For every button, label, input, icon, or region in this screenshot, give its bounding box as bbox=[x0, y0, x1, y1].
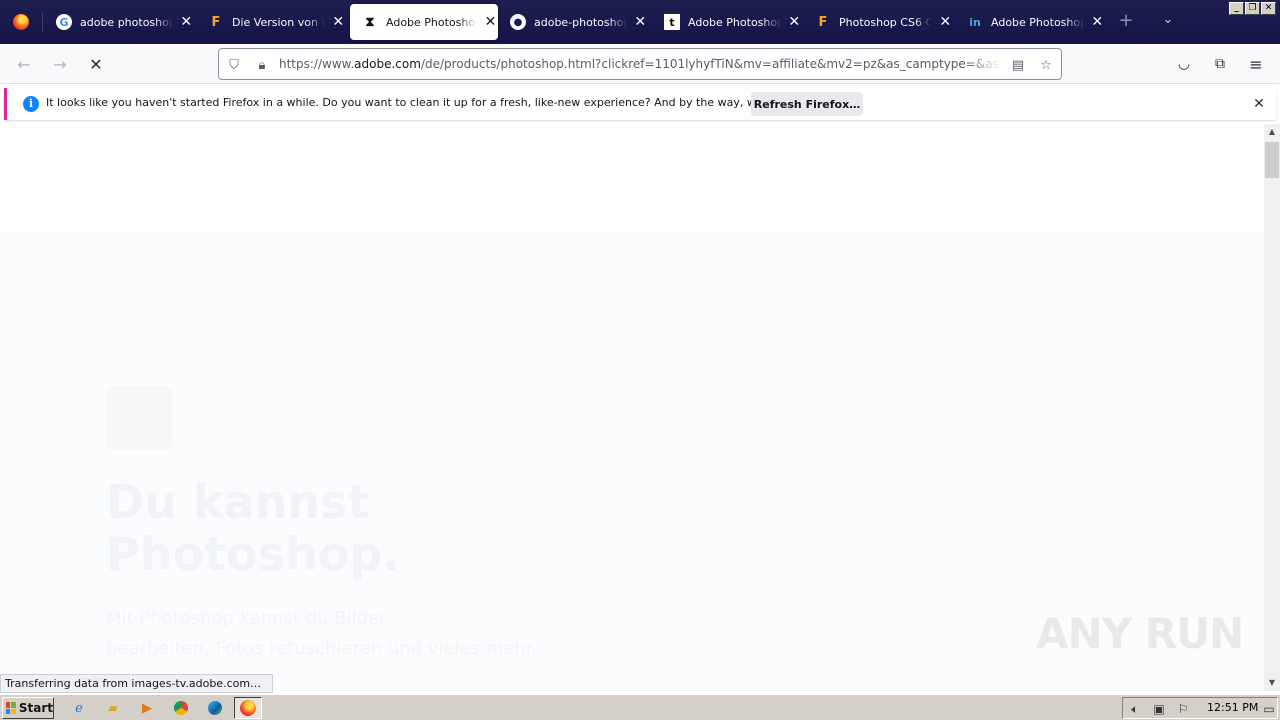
url-path: /de/products/photoshop.html?clickref=110… bbox=[420, 57, 1001, 71]
edge-icon[interactable] bbox=[206, 699, 224, 717]
bookmark-star-icon[interactable]: ☆ bbox=[1037, 56, 1055, 74]
minimize-button[interactable]: _ bbox=[1229, 2, 1244, 15]
anyrun-watermark: ANY RUN bbox=[1036, 609, 1244, 658]
url-prefix: https://www. bbox=[279, 57, 355, 71]
hero-heading-line2: Photoshop. bbox=[106, 527, 400, 581]
scroll-up-arrow-icon[interactable]: ▲ bbox=[1264, 124, 1280, 140]
notification-message: It looks like you haven't started Firefo… bbox=[46, 96, 830, 109]
tab-google-search[interactable]: G adobe photoshop cs6 ✕ bbox=[44, 4, 194, 40]
clock[interactable]: 12:51 PM bbox=[1207, 701, 1258, 714]
restore-button[interactable]: ❐ bbox=[1245, 2, 1260, 15]
close-notification-icon[interactable]: ✕ bbox=[1251, 96, 1267, 112]
reader-view-icon[interactable]: ▤ bbox=[1009, 56, 1027, 74]
github-icon: ● bbox=[510, 14, 526, 30]
tab-strip: G adobe photoshop cs6 ✕ F Die Version vo… bbox=[0, 0, 1280, 44]
chrome-icon[interactable] bbox=[172, 699, 190, 717]
refresh-firefox-notification: i It looks like you haven't started Fire… bbox=[4, 88, 1276, 120]
lock-icon[interactable]: 🔒︎ bbox=[253, 56, 271, 74]
new-tab-button[interactable]: + bbox=[1116, 12, 1136, 30]
hero-sub-line2: bearbeiten, Fotos retuschieren und viele… bbox=[106, 638, 538, 659]
window-controls: _ ❐ ✕ bbox=[1229, 2, 1276, 15]
url-domain: adobe.com bbox=[354, 57, 421, 71]
close-tab-icon[interactable]: ✕ bbox=[179, 14, 194, 30]
start-button[interactable]: Start bbox=[2, 697, 54, 719]
hamburger-menu-icon[interactable]: ≡ bbox=[1244, 52, 1268, 76]
f-icon: F bbox=[211, 14, 221, 30]
hourglass-icon: ⧗ bbox=[365, 14, 375, 30]
firefox-view-button[interactable] bbox=[0, 0, 42, 44]
tab-separator bbox=[42, 12, 43, 32]
firefox-icon bbox=[13, 14, 29, 30]
close-window-button[interactable]: ✕ bbox=[1261, 2, 1276, 15]
page-content: Du kannst Photoshop. Mit Photoshop kanns… bbox=[0, 124, 1264, 691]
tab-title: Photoshop CS6 Crack bbox=[839, 15, 932, 29]
vertical-scrollbar[interactable]: ▲ ▼ bbox=[1264, 124, 1280, 691]
internet-explorer-icon[interactable]: ℯ bbox=[70, 699, 88, 717]
close-tab-icon[interactable]: ✕ bbox=[1090, 14, 1105, 30]
hero-sub-line1: Mit Photoshop kannst du Bilder bbox=[106, 608, 387, 629]
close-tab-icon[interactable]: ✕ bbox=[938, 14, 953, 30]
tab-title: Adobe Photoshop 2023 bbox=[688, 15, 781, 29]
watermark-text: ANY RUN bbox=[1036, 609, 1244, 658]
hero-subheading: Mit Photoshop kannst du Bilder bearbeite… bbox=[106, 604, 537, 664]
action-center-flag-icon[interactable]: ⚐ bbox=[1175, 701, 1191, 717]
tab-die-version[interactable]: F Die Version von Photoshop ✕ bbox=[196, 4, 346, 40]
hero-heading-line1: Du kannst bbox=[106, 475, 370, 529]
scroll-down-arrow-icon[interactable]: ▼ bbox=[1264, 675, 1280, 691]
t-icon: t bbox=[664, 14, 680, 30]
tab-photoshop-crack[interactable]: F Photoshop CS6 Crack ✕ bbox=[803, 4, 953, 40]
tab-title: adobe-photoshop-free bbox=[534, 15, 627, 29]
tab-linkedin[interactable]: in Adobe Photoshop CS6 ✕ bbox=[955, 4, 1105, 40]
tab-title: Adobe Photoshop bbox=[386, 15, 477, 29]
volume-icon[interactable]: 🔈︎ bbox=[1127, 701, 1143, 717]
linkedin-icon: in bbox=[969, 15, 981, 29]
photoshop-logo-placeholder bbox=[106, 386, 172, 450]
tab-title: Die Version von Photoshop bbox=[232, 15, 325, 29]
back-button[interactable]: ← bbox=[12, 52, 36, 76]
navigation-toolbar: ← → ✕ ⛉ 🔒︎ https://www.adobe.com/de/prod… bbox=[0, 44, 1280, 84]
close-tab-icon[interactable]: ✕ bbox=[483, 14, 498, 30]
hero-heading: Du kannst Photoshop. bbox=[106, 476, 400, 580]
google-icon: G bbox=[56, 14, 72, 30]
list-all-tabs-icon[interactable]: ⌄ bbox=[1158, 12, 1178, 27]
extensions-icon[interactable]: ⧉ bbox=[1208, 52, 1232, 76]
system-tray: 🔈︎ ▣ ⚐ 12:51 PM ▭ bbox=[1122, 697, 1278, 719]
url-text[interactable]: https://www.adobe.com/de/products/photos… bbox=[279, 57, 1001, 71]
start-label: Start bbox=[18, 701, 53, 715]
tab-adobe-photoshop[interactable]: ⧗ Adobe Photoshop ✕ bbox=[350, 4, 498, 40]
file-explorer-icon[interactable]: ▰ bbox=[104, 699, 122, 717]
tab-github[interactable]: ● adobe-photoshop-free ✕ bbox=[498, 4, 648, 40]
status-panel: Transferring data from images-tv.adobe.c… bbox=[0, 674, 273, 693]
show-desktop-icon[interactable]: ▭ bbox=[1261, 701, 1277, 717]
network-icon[interactable]: ▣ bbox=[1151, 701, 1167, 717]
close-tab-icon[interactable]: ✕ bbox=[633, 14, 648, 30]
forward-button[interactable]: → bbox=[48, 52, 72, 76]
pocket-icon[interactable]: ◡ bbox=[1172, 52, 1196, 76]
tab-t-site[interactable]: t Adobe Photoshop 2023 ✕ bbox=[652, 4, 802, 40]
firefox-taskbar-icon[interactable] bbox=[239, 699, 257, 717]
windows-flag-icon bbox=[6, 702, 16, 714]
windows-taskbar: Start ℯ ▰ ▶ 🔈︎ ▣ ⚐ 12:51 PM ▭ bbox=[0, 694, 1280, 720]
tab-title: Adobe Photoshop CS6 bbox=[991, 15, 1084, 29]
f-icon: F bbox=[818, 14, 828, 30]
tab-title: adobe photoshop cs6 bbox=[80, 15, 173, 29]
close-tab-icon[interactable]: ✕ bbox=[331, 14, 346, 30]
info-icon: i bbox=[23, 96, 39, 112]
url-bar[interactable]: ⛉ 🔒︎ https://www.adobe.com/de/products/p… bbox=[218, 48, 1062, 80]
media-player-icon[interactable]: ▶ bbox=[138, 699, 156, 717]
scrollbar-thumb[interactable] bbox=[1265, 142, 1279, 178]
close-tab-icon[interactable]: ✕ bbox=[787, 14, 802, 30]
stop-loading-button[interactable]: ✕ bbox=[84, 52, 108, 76]
tracking-protection-shield-icon[interactable]: ⛉ bbox=[225, 56, 243, 74]
refresh-firefox-button[interactable]: Refresh Firefox… bbox=[751, 92, 863, 116]
